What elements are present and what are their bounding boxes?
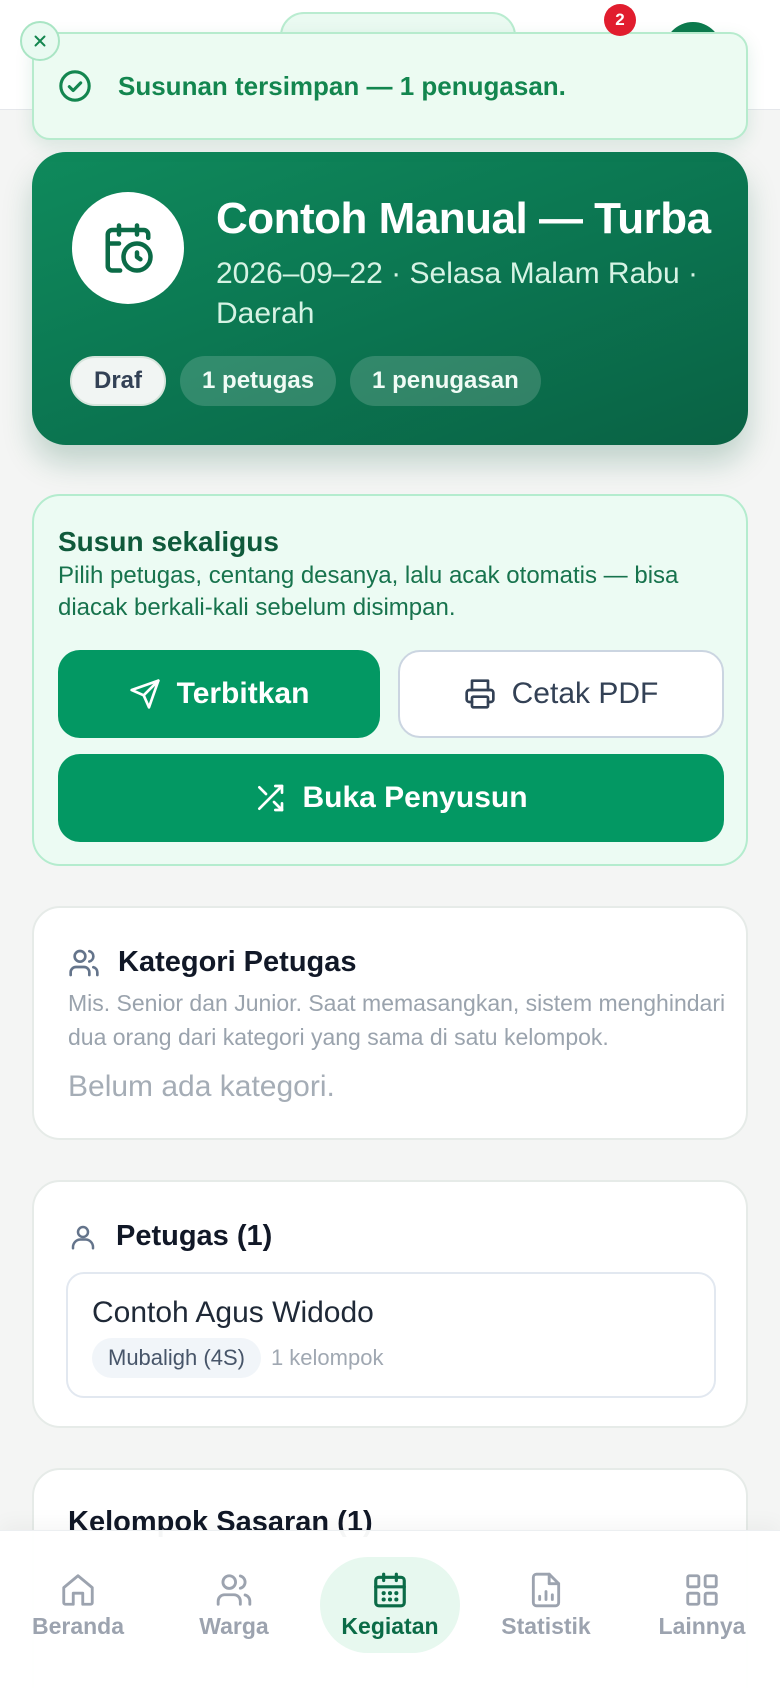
calendar-clock-icon [101,221,155,275]
status-badge: Draf [70,356,167,406]
categories-title: Kategori Petugas [118,946,357,978]
close-icon [31,32,49,50]
nav-label-kegiatan: Kegiatan [341,1612,439,1639]
categories-description: Mis. Senior dan Junior. Saat memasangkan… [68,990,726,1050]
officer-count-badge: 1 petugas [180,356,337,406]
officer-group-count: 1 kelompok [270,1345,384,1370]
user-icon [68,1222,98,1252]
toast-close-button[interactable] [20,21,60,61]
home-icon [59,1571,97,1609]
bottom-navigation: Beranda Warga Kegiatan Statistik Lainnya [0,1530,780,1688]
officer-list-item[interactable]: Contoh Agus Widodo Mubaligh (4S) 1 kelom… [66,1272,716,1398]
nav-label-lainnya: Lainnya [658,1612,746,1639]
event-chips: Draf 1 petugas 1 penugasan [70,356,541,406]
compose-card: Susun sekaligus Pilih petugas, centang d… [32,494,748,866]
users-icon [215,1571,253,1609]
send-icon [129,678,161,710]
categories-header: Kategori Petugas [68,946,357,979]
printer-icon [464,678,496,710]
officer-role-badge: Mubaligh (4S) [92,1338,261,1378]
toast-message: Susunan tersimpan — 1 penugasan. [118,70,566,101]
chart-file-icon [527,1571,565,1609]
event-hero-card: Contoh Manual — Turba 2026–09–22 · Selas… [32,152,748,445]
calendar-icon [371,1571,409,1609]
officer-name: Contoh Agus Widodo [92,1296,374,1329]
nav-label-warga: Warga [199,1612,269,1639]
publish-button[interactable]: Terbitkan [58,650,380,738]
publish-label: Terbitkan [176,677,310,710]
nav-item-beranda[interactable]: Beranda [8,1557,148,1653]
notification-badge[interactable]: 2 [604,4,636,36]
open-composer-button[interactable]: Buka Penyusun [58,754,724,842]
officers-card: Petugas (1) Contoh Agus Widodo Mubaligh … [32,1180,748,1428]
nav-label-statistik: Statistik [501,1612,591,1639]
print-pdf-label: Cetak PDF [511,677,659,710]
officers-title: Petugas (1) [116,1220,273,1252]
nav-item-warga[interactable]: Warga [164,1557,304,1653]
officer-meta: Mubaligh (4S) 1 kelompok [92,1338,383,1378]
event-avatar [72,192,184,304]
compose-description: Pilih petugas, centang desanya, lalu aca… [58,562,679,621]
grid-icon [683,1571,721,1609]
categories-empty-state: Belum ada kategori. [68,1070,335,1103]
compose-title: Susun sekaligus [58,526,279,557]
print-pdf-button[interactable]: Cetak PDF [398,650,724,738]
event-title: Contoh Manual — Turba [216,194,711,243]
nav-item-statistik[interactable]: Statistik [476,1557,616,1653]
nav-label-beranda: Beranda [31,1612,125,1639]
officers-header: Petugas (1) [68,1220,272,1253]
nav-item-lainnya[interactable]: Lainnya [632,1557,772,1653]
officer-categories-card: Kategori Petugas Mis. Senior dan Junior.… [32,906,748,1140]
success-toast: Susunan tersimpan — 1 penugasan. [32,32,748,140]
check-circle-icon [58,69,92,103]
users-icon [68,947,100,979]
nav-item-kegiatan[interactable]: Kegiatan [320,1557,460,1653]
open-composer-label: Buka Penyusun [302,781,528,814]
event-subtitle: 2026–09–22 · Selasa Malam Rabu · Daerah [216,257,698,330]
assignment-count-badge: 1 penugasan [350,356,541,406]
shuffle-icon [254,782,286,814]
